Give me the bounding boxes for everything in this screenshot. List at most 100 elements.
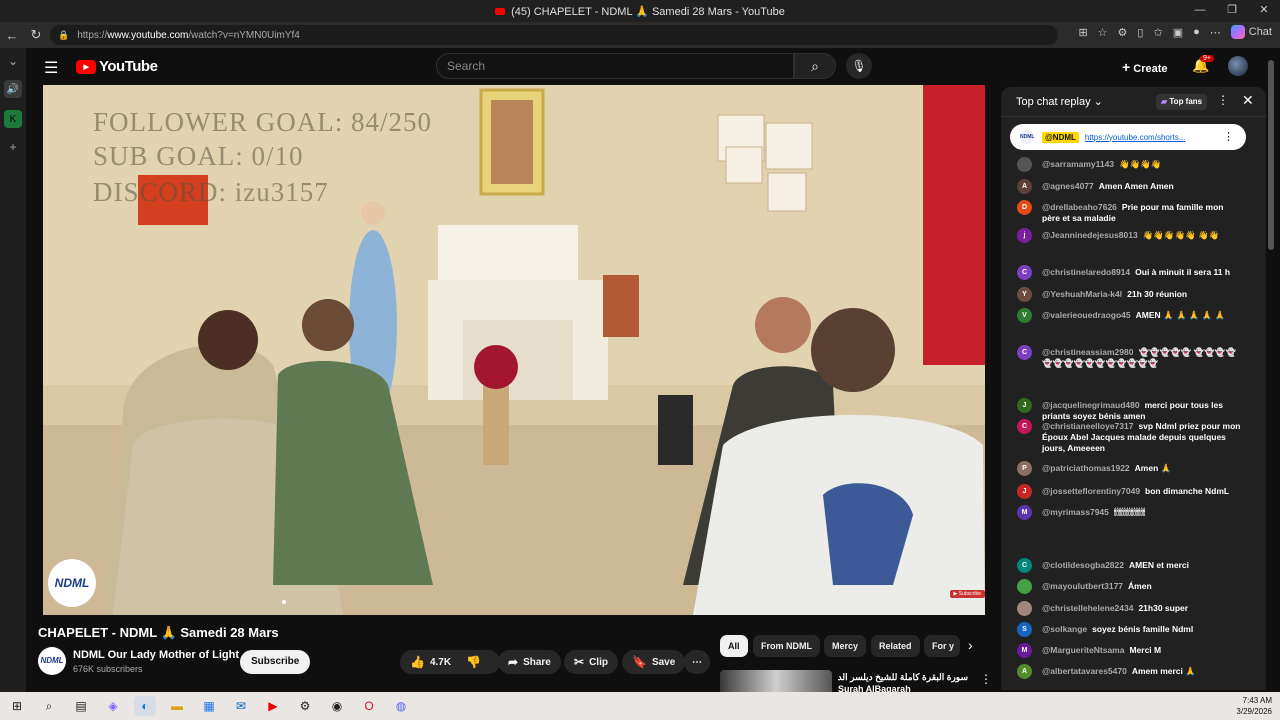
address-bar[interactable]: 🔒 https:// www.youtube.com /watch?v=nYMN… [50,25,1058,45]
chat-username[interactable]: @myrimass7945 [1042,507,1109,517]
chip-all[interactable]: All [720,635,748,657]
chat-avatar[interactable]: D [1017,200,1032,215]
edge-icon[interactable]: ◐ [134,696,156,716]
chat-avatar[interactable]: C [1017,265,1032,280]
chat-avatar[interactable]: M [1017,505,1032,520]
search-input[interactable]: Search [436,53,794,79]
refresh-icon[interactable]: ↻ [24,27,48,43]
avatar[interactable] [1228,56,1248,76]
chat-scrollbar[interactable] [1268,60,1274,250]
chat-avatar[interactable]: Y [1017,287,1032,302]
chat-avatar[interactable]: A [1017,179,1032,194]
copilot-chat-button[interactable]: Chat [1230,25,1272,39]
chat-username[interactable]: @jossetteflorentiny7049 [1042,486,1140,496]
store-icon[interactable]: ▦ [198,696,220,716]
microphone-icon[interactable]: 🎙 [846,53,872,79]
system-clock[interactable]: 7:43 AM 3/29/2026 [1236,695,1272,717]
video-player[interactable]: FOLLOWER GOAL: 84/250 SUB GOAL: 0/10 DIS… [43,85,985,615]
chat-avatar[interactable]: V [1017,308,1032,323]
chat-avatar[interactable]: M [1017,643,1032,658]
restore-icon[interactable]: ❐ [1216,0,1248,22]
chip-for-you[interactable]: For y [924,635,960,657]
chat-username[interactable]: @YeshuahMaria-k4l [1042,289,1122,299]
chat-avatar[interactable]: C [1017,558,1032,573]
chip-related[interactable]: Related [871,635,920,657]
app-available-icon[interactable]: ⊞ [1078,26,1087,39]
chat-username[interactable]: @MargueriteNtsama [1042,645,1124,655]
save-button[interactable]: 🔖 Save [622,650,686,674]
add-icon[interactable]: + [9,140,16,154]
like-count[interactable]: 4.7K [430,657,451,668]
chat-username[interactable]: @patriciathomas1922 [1042,463,1130,473]
close-window-icon[interactable]: ✕ [1248,0,1280,22]
search-icon[interactable]: ⌕ [794,53,836,79]
opera-icon[interactable]: O [358,696,380,716]
windows-start-icon[interactable]: ⊞ [6,696,28,716]
chat-avatar[interactable]: P [1017,461,1032,476]
chat-avatar[interactable]: C [1017,419,1032,434]
collections-icon[interactable]: ▣ [1173,26,1183,39]
close-icon[interactable]: ✕ [1242,92,1254,109]
chat-username[interactable]: @valerieouedraogo45 [1042,310,1131,320]
back-icon[interactable]: ← [0,28,24,43]
create-button[interactable]: + Create [1122,59,1168,75]
split-screen-icon[interactable]: ▯ [1137,26,1143,39]
youtube-app-icon[interactable]: ▶ [262,696,284,716]
profile-icon[interactable]: ● [1193,26,1200,38]
chevron-down-icon[interactable]: ⌄ [8,54,18,68]
chip-mercy[interactable]: Mercy [824,635,867,657]
dislike-icon[interactable]: 👎 [466,655,481,669]
chat-username[interactable]: @clotildesogba2822 [1042,560,1124,570]
menu-icon[interactable]: ☰ [44,58,58,78]
chat-username[interactable]: @solkange [1042,624,1087,634]
share-button[interactable]: ➦ Share [498,650,561,674]
chat-username[interactable]: @sarramamy1143 [1042,159,1114,169]
chat-username[interactable]: @mayoulutbert3177 [1042,581,1123,591]
chat-avatar[interactable]: A [1017,664,1032,679]
chat-avatar[interactable]: C [1017,345,1032,360]
copilot-icon[interactable]: ◈ [102,696,124,716]
discord-icon[interactable]: ◍ [390,696,412,716]
clip-button[interactable]: ✂ Clip [564,650,618,674]
recommended-title-line2[interactable]: Surah AlBaqarah [838,684,911,692]
chat-avatar[interactable] [1017,579,1032,594]
settings-icon[interactable]: ⚙ [294,696,316,716]
chat-avatar[interactable]: j [1017,228,1032,243]
chat-username[interactable]: @Jeanninedejesus8013 [1042,230,1138,240]
minimize-icon[interactable]: — [1184,0,1216,22]
chat-avatar[interactable] [1017,157,1032,172]
chat-username[interactable]: @albertatavares5470 [1042,666,1127,676]
chat-username[interactable]: @christineassiam2980 [1042,347,1133,357]
more-vertical-icon[interactable]: ⋮ [980,672,992,686]
channel-avatar[interactable]: NDML [38,647,66,675]
task-view-icon[interactable]: ▤ [70,696,92,716]
audio-icon[interactable]: 🔊 [4,80,22,98]
chip-from-ndml[interactable]: From NDML [753,635,820,657]
youtube-logo[interactable]: ▶ YouTube [76,58,158,75]
pinned-link[interactable]: https://youtube.com/shorts... [1085,133,1186,142]
subscribe-button[interactable]: Subscribe [240,650,311,674]
chat-username[interactable]: @agnes4077 [1042,181,1094,191]
more-vertical-icon[interactable]: ⋮ [1223,130,1234,143]
chat-mode-dropdown[interactable]: Top chat replay ⌄ [1016,95,1103,108]
recommended-title[interactable]: سورة البقرة كاملة للشيخ ديلسر الدوسري | [838,672,968,683]
recommended-thumbnail[interactable] [720,670,832,692]
channel-name[interactable]: NDML Our Lady Mother of Light [73,649,239,661]
chat-avatar[interactable]: J [1017,484,1032,499]
chat-avatar[interactable]: J [1017,398,1032,413]
extensions-icon[interactable]: ⚙ [1118,26,1128,39]
top-fans-button[interactable]: ▰ Top fans [1156,94,1208,110]
chat-username[interactable]: @christianeelloye7317 [1042,421,1133,431]
recommended-video[interactable]: سورة البقرة كاملة للشيخ ديلسر الدوسري | … [720,670,995,692]
chevron-right-icon[interactable]: › [968,637,973,653]
favorites-icon[interactable]: ✩ [1153,26,1162,39]
favorite-star-icon[interactable]: ☆ [1098,26,1108,39]
like-icon[interactable]: 👍 [410,655,425,669]
more-vertical-icon[interactable]: ⋮ [1217,93,1229,107]
chat-username[interactable]: @drellabeaho7626 [1042,202,1117,212]
chat-username[interactable]: @christinelaredo8914 [1042,267,1130,277]
pinned-message[interactable]: NDML @NDML https://youtube.com/shorts...… [1010,124,1246,150]
chat-username[interactable]: @christellehelene2434 [1042,603,1133,613]
browser-menu-icon[interactable]: ⋯ [1210,26,1221,39]
outlook-icon[interactable]: ✉ [230,696,252,716]
